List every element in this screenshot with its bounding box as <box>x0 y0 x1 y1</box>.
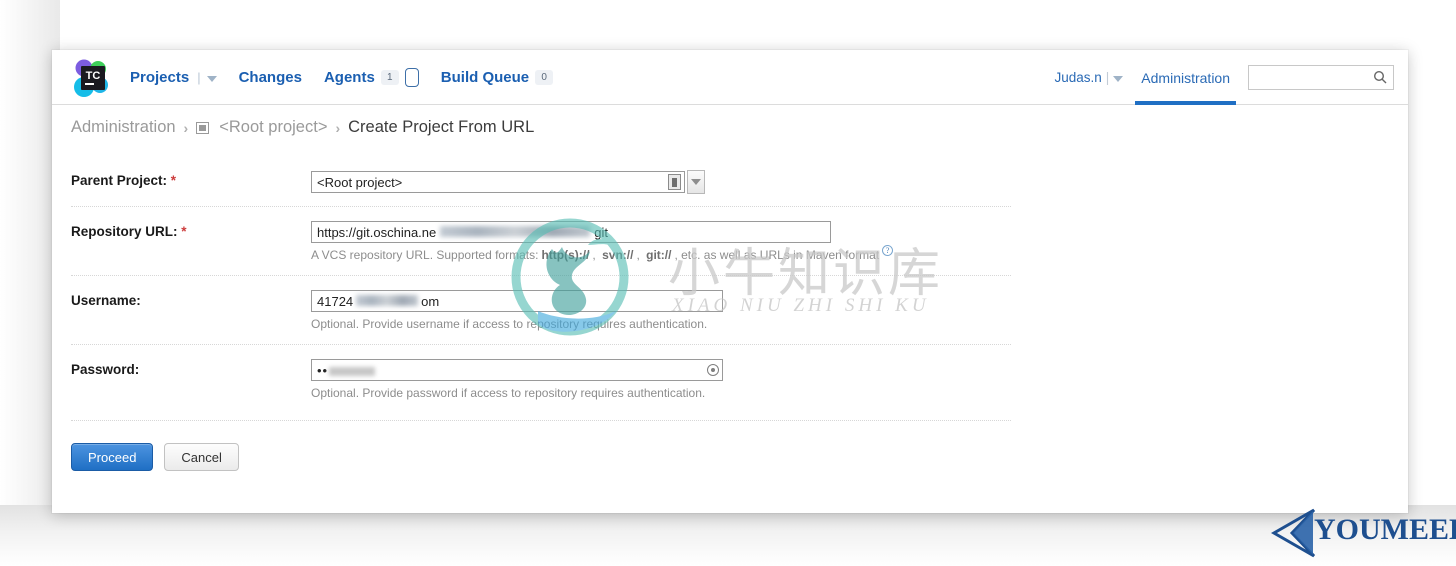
username-value-suffix: om <box>421 293 440 309</box>
header-right: Judas.n | Administration <box>1054 50 1394 105</box>
redacted-username-segment <box>356 294 419 306</box>
tab-administration[interactable]: Administration <box>1135 50 1236 105</box>
proceed-button[interactable]: Proceed <box>71 443 154 471</box>
user-chevron-down-icon[interactable] <box>1113 75 1124 82</box>
admin-tab-label: Administration <box>1141 69 1230 86</box>
cancel-button[interactable]: Cancel <box>164 443 239 471</box>
nav-label-projects: Projects <box>130 69 190 86</box>
nav-item-build-queue[interactable]: Build Queue 0 <box>440 69 554 86</box>
form-row-username: Username: 41724 om Optional. Provide use… <box>71 275 1011 344</box>
password-input[interactable]: •• <box>311 359 723 381</box>
password-reveal-ring <box>707 364 719 376</box>
chevron-down-icon <box>691 179 701 185</box>
active-tab-underline <box>1135 101 1236 105</box>
create-project-form: Parent Project: * <Root project> Reposit… <box>71 160 1011 413</box>
build-queue-count-badge: 0 <box>535 70 554 85</box>
repository-url-value-prefix: https://git.oschina.ne <box>317 224 437 240</box>
hint-repository-url: A VCS repository URL. Supported formats:… <box>311 245 1011 263</box>
main-nav: Projects | Changes Agents 1 Build Queue … <box>130 50 554 105</box>
user-menu[interactable]: Judas.n | <box>1054 70 1124 85</box>
parent-project-select[interactable]: <Root project> <box>311 171 685 193</box>
form-row-parent-project: Parent Project: * <Root project> <box>71 160 1011 206</box>
required-marker-2: * <box>181 224 187 239</box>
page-shade-bottom <box>0 505 1456 566</box>
nav-label-changes: Changes <box>238 69 302 86</box>
nav-label-agents: Agents <box>323 69 375 86</box>
label-parent-project-text: Parent Project: <box>71 173 168 188</box>
hint-text-prefix: A VCS repository URL. Supported formats: <box>311 248 539 262</box>
label-username: Username: <box>71 290 311 308</box>
app-header: TC Projects | Changes Agents 1 Build Que… <box>52 50 1408 105</box>
breadcrumb-separator: › <box>183 119 189 136</box>
hint-password: Optional. Provide password if access to … <box>311 386 1011 401</box>
user-separator: | <box>1105 70 1110 85</box>
label-repository-url-text: Repository URL: <box>71 224 178 239</box>
form-row-repository-url: Repository URL: * https://git.oschina.ne… <box>71 206 1011 275</box>
nav-item-agents[interactable]: Agents 1 <box>324 68 419 87</box>
project-icon <box>196 121 210 134</box>
page-shade-left <box>0 0 60 566</box>
search-box[interactable] <box>1248 65 1394 90</box>
help-icon[interactable]: ? <box>882 245 894 256</box>
hint-format-git: git:// <box>646 248 672 262</box>
hint-format-svn: svn:// <box>602 248 634 262</box>
hint-password-text: Optional. Provide password if access to … <box>311 386 706 400</box>
parent-project-picker-icon[interactable] <box>668 174 681 190</box>
field-username: 41724 om Optional. Provide username if a… <box>311 290 1011 332</box>
nav-separator: | <box>197 70 201 85</box>
label-password: Password: <box>71 359 311 377</box>
username-input[interactable]: 41724 om <box>311 290 723 312</box>
hint-format-http: http(s):// <box>541 248 590 262</box>
user-name-label: Judas.n <box>1054 70 1102 85</box>
breadcrumb-item-administration[interactable]: Administration <box>71 118 176 137</box>
search-input[interactable] <box>1253 67 1371 88</box>
redacted-url-segment <box>440 225 591 237</box>
hint-comma-1: , <box>592 248 600 262</box>
redacted-password-segment <box>329 366 376 376</box>
nav-item-projects[interactable]: Projects | <box>130 69 217 86</box>
label-username-text: Username: <box>71 293 141 308</box>
breadcrumb-separator-2: › <box>335 119 341 136</box>
repository-url-input[interactable]: https://git.oschina.ne git <box>311 221 831 243</box>
logo-text: TC <box>86 70 101 82</box>
field-parent-project: <Root project> <box>311 170 1011 194</box>
screenshot-root: TC Projects | Changes Agents 1 Build Que… <box>0 0 1456 566</box>
page-title: Create Project From URL <box>348 118 535 136</box>
parent-project-dropdown-button[interactable] <box>687 170 705 194</box>
hint-comma-2: , <box>636 248 644 262</box>
parent-project-value: <Root project> <box>317 174 403 190</box>
label-password-text: Password: <box>71 362 140 377</box>
username-value-prefix: 41724 <box>317 293 354 309</box>
form-row-password: Password: •• Optional. Provide password … <box>71 344 1011 413</box>
agents-empty-badge <box>404 68 419 87</box>
app-panel: TC Projects | Changes Agents 1 Build Que… <box>52 50 1408 513</box>
label-parent-project: Parent Project: * <box>71 170 311 188</box>
breadcrumb-item-root-project[interactable]: <Root project> <box>219 118 327 137</box>
field-repository-url: https://git.oschina.ne git A VCS reposit… <box>311 221 1011 263</box>
repository-url-value-suffix: git <box>594 224 608 240</box>
password-reveal-icon[interactable] <box>703 360 723 380</box>
hint-username: Optional. Provide username if access to … <box>311 317 1011 332</box>
nav-item-changes[interactable]: Changes <box>239 69 302 86</box>
breadcrumb: Administration › <Root project> › Create… <box>71 118 534 137</box>
hint-username-text: Optional. Provide username if access to … <box>311 317 708 331</box>
parent-project-select-wrap: <Root project> <box>311 170 1011 194</box>
form-actions: Proceed Cancel <box>71 420 1011 471</box>
teamcity-logo-icon[interactable]: TC <box>70 57 114 99</box>
agents-count-badge: 1 <box>380 70 399 85</box>
chevron-down-icon[interactable] <box>206 75 217 82</box>
hint-text-suffix: , etc. as well as URLs in Maven format <box>674 248 880 262</box>
label-repository-url: Repository URL: * <box>71 221 311 239</box>
password-masked-value: •• <box>317 362 329 378</box>
required-marker: * <box>170 173 177 188</box>
nav-label-build-queue: Build Queue <box>440 69 530 86</box>
search-icon[interactable] <box>1373 70 1387 89</box>
field-password: •• Optional. Provide password if access … <box>311 359 1011 401</box>
